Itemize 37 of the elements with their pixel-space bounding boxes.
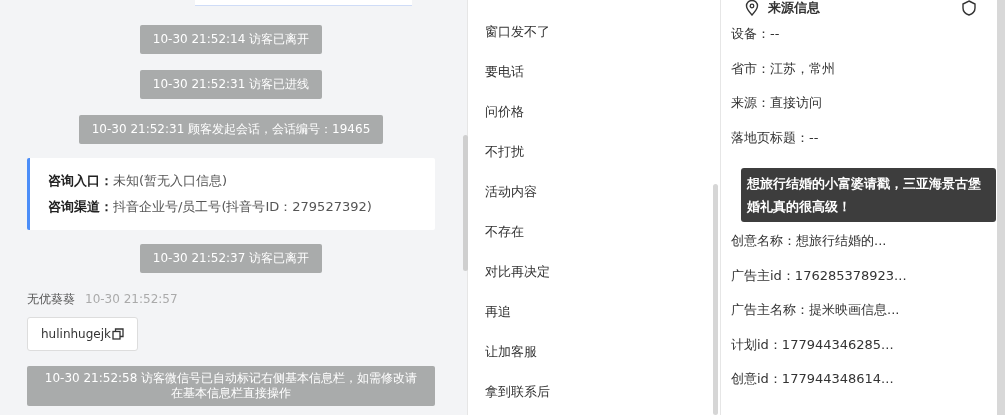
message-text: hulinhugejk bbox=[41, 327, 111, 341]
tag-option[interactable]: 不存在 bbox=[468, 220, 720, 260]
info-row-text: 广告主id：176285378923... bbox=[731, 266, 908, 285]
message-time: 10-30 21:52:57 bbox=[85, 292, 178, 306]
scrollbar[interactable] bbox=[713, 184, 718, 415]
tag-option[interactable]: 再追 bbox=[468, 300, 720, 340]
tag-option[interactable]: 让加客服 bbox=[468, 340, 720, 380]
info-row-text: 广告主名称：提米映画信息... bbox=[731, 301, 901, 319]
info-row-text: 创意id：177944348614... bbox=[731, 370, 895, 388]
system-message: 10-30 21:52:14 访客已离开 bbox=[139, 25, 323, 54]
tag-option[interactable]: 活动内容 bbox=[468, 180, 720, 220]
info-line: 咨询入口：未知(暂无入口信息) bbox=[48, 172, 229, 190]
system-message: 10-30 21:52:58 访客微信号已自动标记右侧基本信息栏，如需修改请在基本信息栏直接操作 bbox=[27, 366, 435, 406]
tag-option[interactable]: 问价格 bbox=[468, 100, 720, 140]
tag-option[interactable]: 要电话 bbox=[468, 60, 720, 100]
info-row-text: 计划id：177944346285... bbox=[731, 335, 895, 354]
scrollbar[interactable] bbox=[997, 0, 1005, 415]
info-row-text: 来源：直接访问 bbox=[731, 94, 823, 112]
info-line: 咨询渠道：抖音企业号/员工号(抖音号ID：279527392) bbox=[48, 198, 373, 216]
tag-option[interactable]: 对比再决定 bbox=[468, 260, 720, 300]
info-row-text: 省市：江苏，常州 bbox=[731, 59, 836, 78]
section-title: 来源信息 bbox=[768, 0, 821, 17]
copy-icon[interactable] bbox=[112, 328, 124, 340]
tag-option[interactable]: 拿到联系后 bbox=[468, 380, 720, 415]
location-icon bbox=[745, 0, 759, 16]
info-row-text: 设备：-- bbox=[731, 25, 781, 43]
system-message: 10-30 21:52:31 访客已进线 bbox=[139, 70, 323, 99]
info-row-text: 落地页标题：-- bbox=[731, 128, 820, 147]
system-message: 10-30 21:52:37 访客已离开 bbox=[139, 244, 323, 273]
tooltip: 想旅行结婚的小富婆请戳，三亚海景古堡婚礼真的很高级！ bbox=[741, 168, 996, 222]
shield-icon[interactable] bbox=[961, 0, 977, 16]
system-message: 10-30 21:52:31 顾客发起会话，会话编号：19465 bbox=[78, 115, 384, 144]
scrollbar[interactable] bbox=[463, 135, 468, 271]
sender-name: 无优葵葵 bbox=[27, 291, 75, 308]
tag-option[interactable]: 窗口发不了 bbox=[468, 20, 720, 60]
info-row-text: 创意名称：想旅行结婚的... bbox=[731, 232, 888, 250]
tag-option[interactable]: 不打扰 bbox=[468, 140, 720, 180]
